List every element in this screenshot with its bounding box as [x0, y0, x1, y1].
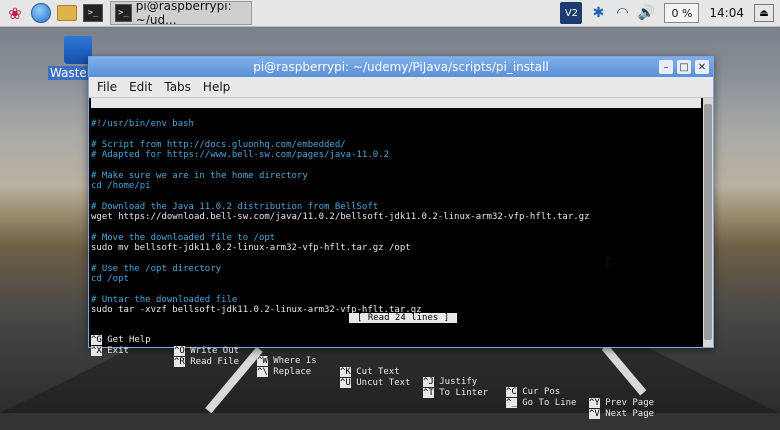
text-cursor-icon: I	[604, 256, 612, 270]
vnc-icon[interactable]: V2	[560, 2, 583, 24]
menu-help[interactable]: Help	[203, 80, 230, 94]
shortcut-label: Replace	[273, 367, 312, 378]
shortcut-label: Justify	[439, 377, 478, 388]
shortcut-key: ^_	[506, 398, 517, 409]
web-browser-icon[interactable]	[30, 2, 52, 24]
shortcut-row-1: ^G Get Help ^O Write Out ^W Where Is ^K …	[91, 325, 701, 408]
shortcut-label: Next Page	[605, 408, 655, 419]
taskbar-window-button[interactable]: >_ pi@raspberrypi: ~/ud...	[110, 1, 252, 25]
shortcut-label: To Linter	[439, 388, 489, 399]
window-title: pi@raspberrypi: ~/udemy/PiJava/scripts/p…	[253, 60, 549, 74]
code-line: #!/usr/bin/env bash	[91, 119, 194, 129]
close-button[interactable]: ✕	[695, 60, 709, 74]
menu-bar: File Edit Tabs Help	[89, 77, 713, 98]
shortcut-label: Cur Pos	[522, 387, 561, 398]
shortcut-key: ^W	[257, 356, 268, 367]
shortcut-key: ^R	[174, 356, 185, 367]
shortcut-label: Uncut Text	[356, 377, 411, 388]
shortcut-key: ^X	[91, 346, 102, 357]
raspberry-menu-icon[interactable]: ❀	[4, 2, 26, 24]
eject-icon[interactable]: ⏏	[754, 4, 774, 22]
menu-edit[interactable]: Edit	[129, 80, 152, 94]
code-line: cd /home/pi	[91, 181, 151, 191]
terminal-icon: >_	[115, 4, 132, 22]
nano-version: GNU nano 2.7.4	[97, 108, 173, 119]
shortcut-label: Prev Page	[605, 397, 655, 408]
code-line: # Download the Java 11.0.2 distribution …	[91, 202, 379, 212]
minimize-button[interactable]: –	[659, 60, 673, 74]
code-line: # Untar the downloaded file	[91, 295, 238, 305]
scrollbar-thumb[interactable]	[704, 104, 712, 340]
shortcut-label: Cut Text	[356, 366, 400, 377]
bluetooth-icon[interactable]: ✱	[586, 2, 610, 24]
terminal-scrollbar[interactable]	[703, 98, 713, 347]
terminal-area[interactable]: GNU nano 2.7.4 File: install_java_11.0.2…	[89, 98, 703, 419]
window-titlebar[interactable]: pi@raspberrypi: ~/udemy/PiJava/scripts/p…	[89, 57, 713, 77]
shortcut-key: ^\	[257, 367, 268, 378]
code-line: # Script from http://docs.gluonhq.com/em…	[91, 140, 346, 150]
terminal-icon[interactable]: >_	[82, 2, 104, 24]
maximize-button[interactable]: □	[677, 60, 691, 74]
shortcut-label: Exit	[107, 346, 129, 357]
shortcut-key: ^K	[340, 366, 351, 377]
menu-tabs[interactable]: Tabs	[164, 80, 191, 94]
terminal-window: pi@raspberrypi: ~/udemy/PiJava/scripts/p…	[88, 56, 714, 419]
clock[interactable]: 14:04	[709, 6, 744, 20]
wifi-icon[interactable]: ◠	[610, 2, 634, 24]
code-line: # Use the /opt directory	[91, 264, 222, 274]
shortcut-key: ^C	[506, 387, 517, 398]
menu-file[interactable]: File	[97, 80, 117, 94]
code-line: wget https://download.bell-sw.com/java/1…	[91, 212, 590, 222]
nano-header: GNU nano 2.7.4 File: install_java_11.0.2…	[91, 98, 701, 129]
shortcut-key: ^U	[340, 377, 351, 388]
code-line: cd /opt	[91, 274, 129, 284]
shortcut-label: Go To Line	[522, 398, 577, 409]
code-line: # Adapted for https://www.bell-sw.com/pa…	[91, 150, 390, 160]
shortcut-key: ^V	[589, 408, 600, 419]
shortcut-label: Read File	[190, 356, 240, 367]
file-manager-icon[interactable]	[56, 2, 78, 24]
code-line: # Move the downloaded file to /opt	[91, 233, 276, 243]
nano-filename: File: install_java_11.0.2_with_included_…	[281, 118, 547, 129]
shortcut-row-2: ^X Exit ^R Read File ^\ Replace ^U Uncut…	[91, 336, 701, 419]
shortcut-label: Where Is	[273, 356, 317, 367]
nano-status: [ Read 24 lines ]	[349, 313, 458, 323]
shortcut-label: Write Out	[190, 345, 240, 356]
shortcut-key: ^T	[423, 388, 434, 399]
shortcut-key: ^J	[423, 377, 434, 388]
code-line: sudo mv bellsoft-jdk11.0.2-linux-arm32-v…	[91, 243, 411, 253]
code-line: # Make sure we are in the home directory	[91, 171, 308, 181]
taskbar-window-title: pi@raspberrypi: ~/ud...	[135, 1, 232, 25]
cpu-monitor[interactable]: 0 %	[664, 3, 700, 23]
top-panel: ❀ >_ >_ pi@raspberrypi: ~/ud... V2 ✱ ◠ 🔊…	[0, 0, 780, 27]
shortcut-key: ^Y	[589, 397, 600, 408]
volume-icon[interactable]: 🔊	[634, 2, 658, 24]
shortcut-key: ^O	[174, 345, 185, 356]
